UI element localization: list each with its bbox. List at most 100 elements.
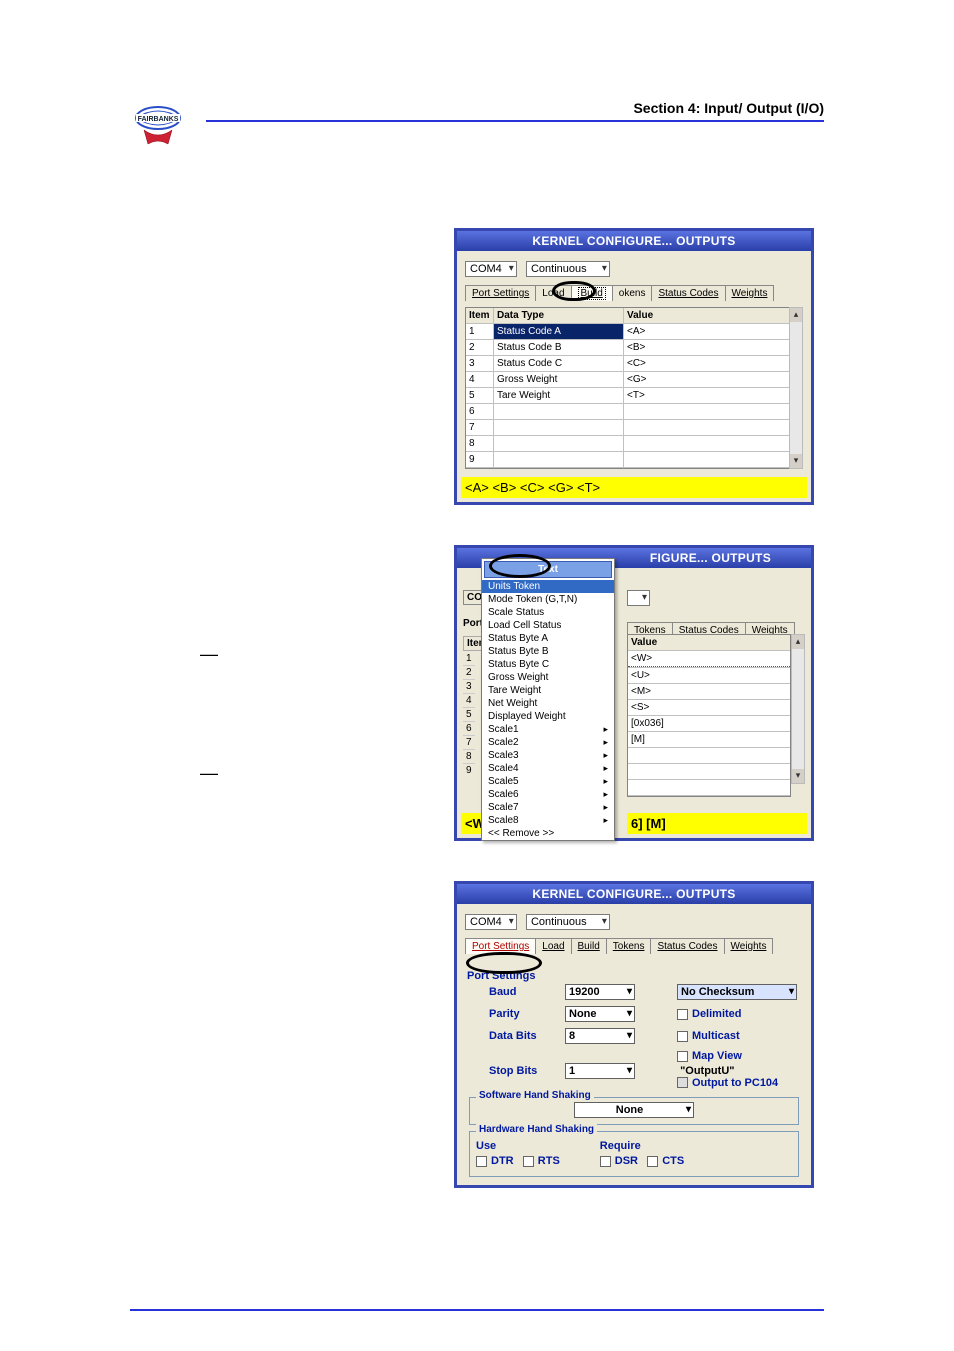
popup-item[interactable]: Status Byte A: [482, 632, 614, 645]
tab-build[interactable]: Build: [571, 938, 607, 954]
tab-load[interactable]: Load: [535, 938, 571, 954]
window-title: KERNEL CONFIGURE... OUTPUTS: [457, 231, 811, 251]
grid-row[interactable]: 4Gross Weight<G>: [466, 372, 802, 388]
databits-select[interactable]: 8: [565, 1028, 635, 1044]
popup-item[interactable]: << Remove >>: [482, 827, 614, 840]
grid-row[interactable]: <S>: [628, 700, 790, 716]
popup-item[interactable]: Gross Weight: [482, 671, 614, 684]
popup-item[interactable]: Tare Weight: [482, 684, 614, 697]
tab-tokens[interactable]: Tokens: [606, 938, 652, 954]
footer-rule: [130, 1309, 824, 1311]
grid-row[interactable]: 5Tare Weight<T>: [466, 388, 802, 404]
multicast-checkbox[interactable]: Multicast: [677, 1030, 797, 1042]
grid-row[interactable]: 2Status Code B<B>: [466, 340, 802, 356]
baud-label: Baud: [489, 986, 559, 998]
scroll-down-icon[interactable]: ▾: [792, 769, 804, 783]
stopbits-label: Stop Bits: [489, 1065, 559, 1077]
popup-item[interactable]: Scale6▸: [482, 788, 614, 801]
popup-item[interactable]: Scale1▸: [482, 723, 614, 736]
databits-label: Data Bits: [489, 1030, 559, 1042]
grid-row[interactable]: [M]: [628, 732, 790, 748]
delimited-checkbox[interactable]: Delimited: [677, 1008, 797, 1020]
grid-row[interactable]: 3Status Code C<C>: [466, 356, 802, 372]
dsr-checkbox[interactable]: DSR: [600, 1155, 638, 1167]
tab-port-settings[interactable]: Port Settings: [465, 285, 536, 301]
parity-label: Parity: [489, 1008, 559, 1020]
popup-item[interactable]: Status Byte B: [482, 645, 614, 658]
svg-text:FAIRBANKS: FAIRBANKS: [138, 116, 179, 123]
row-num: 3: [463, 680, 475, 694]
grid-row[interactable]: [0x036]: [628, 716, 790, 732]
row-num: 2: [463, 666, 475, 680]
popup-item[interactable]: Scale7▸: [482, 801, 614, 814]
popup-item[interactable]: Displayed Weight: [482, 710, 614, 723]
com-port-select[interactable]: COM4: [465, 261, 517, 277]
parity-select[interactable]: None: [565, 1006, 635, 1022]
sw-handshake-select[interactable]: None: [574, 1102, 694, 1118]
grid-row[interactable]: <U>: [628, 668, 790, 684]
scroll-up-icon[interactable]: ▴: [792, 635, 804, 649]
row-num: 4: [463, 694, 475, 708]
popup-item[interactable]: Scale8▸: [482, 814, 614, 827]
grid-row[interactable]: [628, 780, 790, 796]
section-header: Section 4: Input/ Output (I/O): [206, 100, 824, 122]
popup-item[interactable]: Scale5▸: [482, 775, 614, 788]
popup-item[interactable]: Mode Token (G,T,N): [482, 593, 614, 606]
popup-item[interactable]: Scale4▸: [482, 762, 614, 775]
popup-item[interactable]: Scale2▸: [482, 736, 614, 749]
popup-item[interactable]: Status Byte C: [482, 658, 614, 671]
grid-scrollbar[interactable]: ▴ ▾: [789, 307, 803, 469]
port-settings-highlight-circle: [466, 952, 542, 974]
tab-weights[interactable]: Weights: [724, 938, 774, 954]
grid-row[interactable]: 8: [466, 436, 802, 452]
tab-status-codes[interactable]: Status Codes: [650, 938, 724, 954]
kernel-outputs-port-settings-window: KERNEL CONFIGURE... OUTPUTS COM4 Continu…: [454, 881, 814, 1188]
row-num: 6: [463, 722, 475, 736]
text-highlight-circle: [489, 554, 551, 578]
row-num: 5: [463, 708, 475, 722]
tab-weights[interactable]: Weights: [725, 285, 775, 301]
mapview-checkbox[interactable]: Map View: [677, 1050, 742, 1062]
mode-select[interactable]: Continuous: [526, 261, 610, 277]
rts-checkbox[interactable]: RTS: [523, 1155, 560, 1167]
row-num: 7: [463, 736, 475, 750]
checksum-select[interactable]: No Checksum: [677, 984, 797, 1000]
grid-row[interactable]: 6: [466, 404, 802, 420]
popup-item[interactable]: Scale3▸: [482, 749, 614, 762]
popup-item[interactable]: Scale Status: [482, 606, 614, 619]
grid-scrollbar[interactable]: ▴ ▾: [791, 634, 805, 784]
pc104-checkbox[interactable]: Output to PC104: [677, 1077, 778, 1089]
software-handshake-group: Software Hand Shaking None: [469, 1097, 799, 1125]
kernel-outputs-build-window: KERNEL CONFIGURE... OUTPUTS COM4 Continu…: [454, 228, 814, 505]
mode-select[interactable]: Continuous: [526, 914, 610, 930]
grid-row[interactable]: 1 Status Code A <A>: [466, 324, 802, 340]
hw-legend: Hardware Hand Shaking: [476, 1124, 597, 1135]
scroll-up-icon[interactable]: ▴: [790, 308, 802, 322]
grid-row[interactable]: <W>: [628, 651, 790, 668]
com-port-select[interactable]: COM4: [465, 914, 517, 930]
baud-select[interactable]: 19200: [565, 984, 635, 1000]
hw-require-label: Require: [600, 1140, 684, 1152]
output-string-preview: <A> <B> <C> <G> <T>: [461, 477, 807, 498]
cts-checkbox[interactable]: CTS: [647, 1155, 684, 1167]
dtr-checkbox[interactable]: DTR: [476, 1155, 514, 1167]
scroll-down-icon[interactable]: ▾: [790, 454, 802, 468]
grid-row[interactable]: 9: [466, 452, 802, 468]
mapview-extra: "OutputU": [680, 1065, 734, 1077]
tab-tokens-cut[interactable]: okens: [612, 285, 653, 301]
popup-item[interactable]: Units Token: [482, 580, 614, 593]
output-items-grid: Item Data Type Value 1 Status Code A <A>…: [465, 307, 803, 469]
mode-select-blank[interactable]: [627, 590, 650, 606]
grid-row[interactable]: [628, 748, 790, 764]
col-value: Value: [624, 308, 802, 323]
stopbits-select[interactable]: 1: [565, 1063, 635, 1079]
kernel-outputs-tokens-menu-window: Text Units Token Mode Token (G,T,N) Scal…: [454, 545, 814, 841]
grid-row[interactable]: <M>: [628, 684, 790, 700]
popup-item[interactable]: Load Cell Status: [482, 619, 614, 632]
tab-status-codes[interactable]: Status Codes: [651, 285, 725, 301]
hardware-handshake-group: Hardware Hand Shaking Use DTR RTS Requ: [469, 1131, 799, 1177]
grid-row[interactable]: 7: [466, 420, 802, 436]
window-title: KERNEL CONFIGURE... OUTPUTS: [457, 884, 811, 904]
grid-row[interactable]: [628, 764, 790, 780]
popup-item[interactable]: Net Weight: [482, 697, 614, 710]
